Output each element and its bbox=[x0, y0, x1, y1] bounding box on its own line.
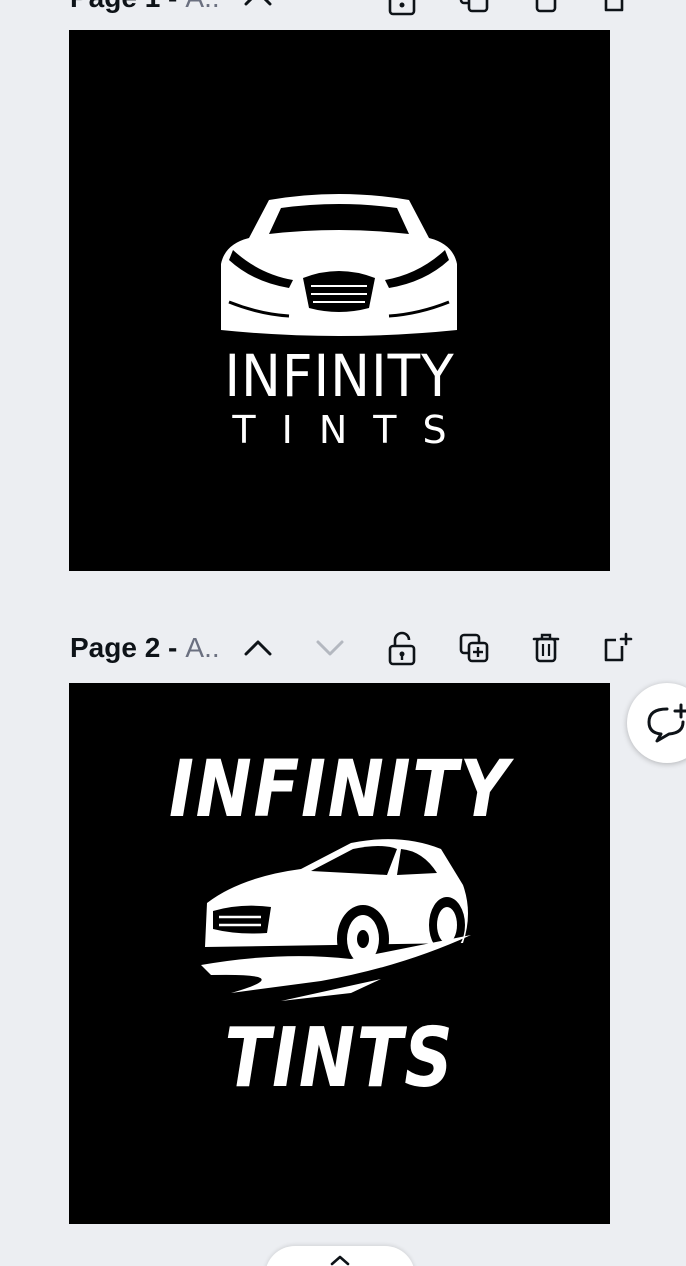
page-subtitle[interactable]: A.. bbox=[185, 0, 219, 14]
move-page-up-button[interactable] bbox=[238, 0, 278, 18]
car-front-illustration[interactable] bbox=[219, 190, 459, 340]
duplicate-page-button[interactable] bbox=[454, 0, 494, 18]
chevron-up-icon bbox=[244, 640, 272, 656]
delete-page-button[interactable] bbox=[526, 0, 566, 18]
add-page-button[interactable] bbox=[598, 0, 638, 18]
design-subheadline[interactable]: TINTS bbox=[69, 408, 610, 452]
delete-page-button[interactable] bbox=[526, 628, 566, 668]
add-comment-button[interactable] bbox=[627, 683, 686, 763]
page-title: Page 2 - bbox=[70, 632, 178, 663]
page-title: Page 1 - bbox=[70, 0, 177, 14]
move-page-up-button[interactable] bbox=[238, 628, 278, 668]
chevron-up-icon bbox=[244, 0, 272, 6]
trash-icon bbox=[532, 633, 560, 663]
design-headline[interactable]: INFINITY bbox=[91, 342, 589, 410]
editor-canvas-area: Page 1 - A.. INFINITY TINTS bbox=[0, 0, 686, 1266]
unlock-icon bbox=[388, 0, 416, 16]
move-page-down-button[interactable] bbox=[310, 628, 350, 668]
duplicate-page-button[interactable] bbox=[454, 628, 494, 668]
design-headline[interactable]: INFINITY bbox=[107, 745, 572, 835]
page-1-header: Page 1 - A.. bbox=[70, 0, 640, 18]
add-page-icon bbox=[604, 0, 624, 12]
add-page-button[interactable] bbox=[598, 628, 638, 668]
lock-page-button[interactable] bbox=[382, 0, 422, 18]
chevron-up-icon bbox=[330, 1255, 350, 1266]
duplicate-icon bbox=[459, 0, 489, 13]
trash-icon bbox=[535, 0, 557, 13]
design-subheadline[interactable]: TINTS bbox=[118, 1011, 562, 1106]
car-side-illustration[interactable] bbox=[201, 833, 481, 1003]
add-comment-icon bbox=[647, 703, 686, 743]
duplicate-icon bbox=[459, 633, 489, 663]
chevron-down-icon bbox=[316, 640, 344, 656]
page-2-header: Page 2 - A.. bbox=[70, 628, 640, 668]
unlock-icon bbox=[388, 631, 416, 666]
page-2-canvas[interactable]: INFINITY TINTS bbox=[69, 683, 610, 1224]
page-1-canvas[interactable]: INFINITY TINTS bbox=[69, 30, 610, 571]
expand-pages-tab[interactable] bbox=[265, 1246, 415, 1266]
page-subtitle[interactable]: A.. bbox=[185, 632, 219, 664]
add-page-icon bbox=[604, 632, 633, 662]
lock-page-button[interactable] bbox=[382, 628, 422, 668]
